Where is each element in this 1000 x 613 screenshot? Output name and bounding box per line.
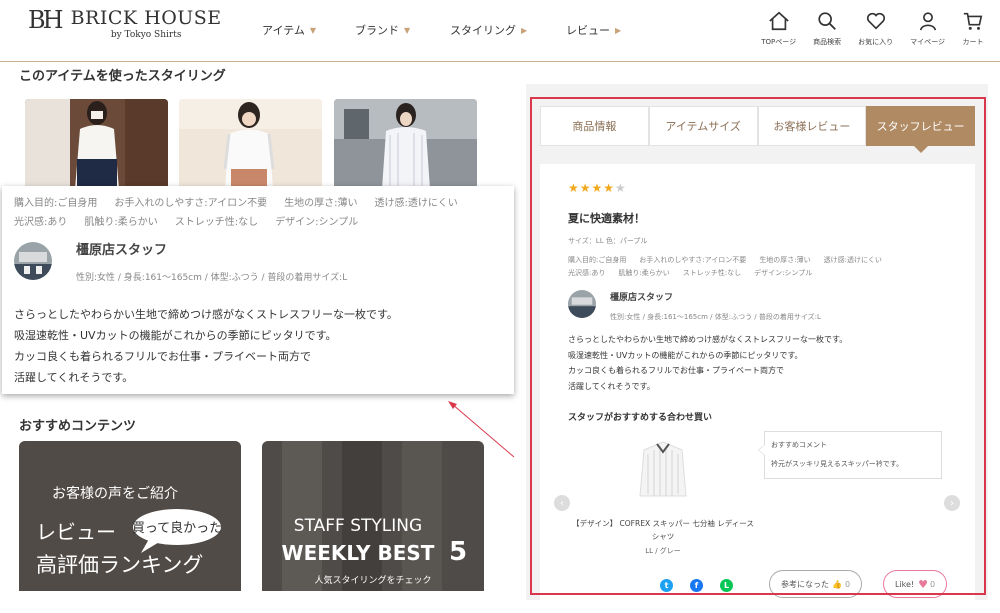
nav-label: アイテム	[262, 24, 305, 37]
attribute: 肌触り:柔らかい	[84, 217, 158, 228]
banner-graphic: お客様の声をご紹介 レビュー 買って良かった 高評価ランキング	[19, 441, 241, 591]
banner-line1: STAFF STYLING	[294, 516, 422, 536]
review-line: 吸湿速乾性・UVカットの機能がこれからの季節にピッタリです。	[14, 329, 337, 342]
attribute: デザイン:シンプル	[275, 217, 359, 228]
review-line: 活躍してくれそうです。	[14, 371, 134, 384]
review-line: カッコ良くも着られるフリルでお仕事・プライベート両方で	[14, 350, 311, 363]
header-icon-label: お気に入り	[858, 38, 894, 46]
styling-section-title: このアイテムを使ったスタイリング	[19, 69, 226, 84]
header-icon-label: 商品検索	[813, 38, 842, 46]
nav-item-items[interactable]: アイテム ▼	[262, 22, 355, 38]
attribute: ストレッチ性:なし	[174, 217, 259, 228]
banner-line3: 人気スタイリングをチェック	[314, 574, 431, 586]
logo-mark: BH	[28, 6, 64, 34]
logo-title: BRICK HOUSE	[70, 7, 222, 29]
styling-photo[interactable]	[25, 99, 168, 189]
cart-icon	[963, 12, 983, 30]
banner-line2: レビュー	[36, 520, 116, 544]
search-icon	[818, 12, 837, 30]
banner-bubble: 買って良かった	[132, 520, 222, 536]
attribute-row: 購入目的:ご自身用 お手入れのしやすさ:アイロン不要 生地の厚さ:薄い 透け感:透けに…	[14, 194, 502, 213]
nav-label: レビュー	[566, 24, 610, 37]
favorites-link[interactable]: お気に入り	[858, 10, 893, 47]
staff-meta: 性別:女性 / 身長:161～165cm / 体型:ふつう / 普段の着用サイズ…	[76, 273, 348, 283]
attribute: 透け感:透けにくい	[374, 198, 458, 209]
header-icon-label: カート	[962, 38, 984, 46]
chevron-down-icon: ▼	[404, 25, 411, 35]
header-icon-label: マイページ	[910, 38, 945, 46]
styling-photo[interactable]	[334, 99, 477, 189]
styling-image	[179, 99, 322, 189]
recommend-section-title: おすすめコンテンツ	[19, 419, 137, 434]
review-text: さらっとしたやわらかい生地で締めつけ感がなくストレスフリーな一枚です。 吸湿速乾…	[14, 304, 398, 388]
review-line: さらっとしたやわらかい生地で締めつけ感がなくストレスフリーな一枚です。	[14, 308, 398, 321]
chevron-down-icon: ▼	[309, 25, 317, 35]
site-header: BH BRICK HOUSE by Tokyo Shirts アイテム ▼ ブラン…	[0, 0, 1000, 62]
banner-line2: WEEKLY BEST	[282, 541, 435, 565]
mypage-link[interactable]: マイページ	[910, 10, 945, 47]
attribute: 光沢感:あり	[14, 217, 68, 228]
review-zoom-callout: 購入目的:ご自身用 お手入れのしやすさ:アイロン不要 生地の厚さ:薄い 透け感:透けに…	[2, 186, 514, 394]
person-icon	[919, 12, 936, 31]
staff-styling-banner[interactable]: STAFF STYLING WEEKLY BEST 5 人気スタイリングをチェッ…	[262, 441, 484, 591]
heart-icon	[866, 12, 885, 30]
staff-name: 橿原店スタッフ	[76, 243, 168, 258]
styling-image	[334, 99, 477, 189]
brand-logo[interactable]: BH BRICK HOUSE by Tokyo Shirts	[28, 6, 222, 40]
highlight-frame	[530, 97, 986, 595]
avatar	[14, 242, 52, 280]
attribute: 購入目的:ご自身用	[14, 198, 98, 209]
nav-item-styling[interactable]: スタイリング ▶	[450, 22, 566, 38]
styling-image	[25, 99, 168, 189]
cart-link[interactable]: カート	[962, 10, 984, 47]
banner-number: 5	[449, 537, 467, 567]
nav-item-brands[interactable]: ブランド ▼	[355, 22, 450, 38]
attribute-row: 光沢感:あり 肌触り:柔らかい ストレッチ性:なし デザイン:シンプル	[14, 213, 502, 232]
banner-line1: お客様の声をご紹介	[52, 485, 178, 502]
staff-profile: 橿原店スタッフ 性別:女性 / 身長:161～165cm / 体型:ふつう / …	[14, 242, 347, 283]
banner-line3: 高評価ランキング	[36, 553, 203, 577]
main-nav: アイテム ▼ ブランド ▼ スタイリング ▶ レビュー ▶	[262, 22, 636, 38]
home-icon	[768, 11, 789, 31]
nav-item-reviews[interactable]: レビュー ▶	[566, 22, 636, 38]
nav-label: ブランド	[355, 24, 399, 37]
top-page-link[interactable]: TOPページ	[761, 10, 796, 47]
header-icon-label: TOPページ	[761, 38, 797, 46]
banner-graphic: STAFF STYLING WEEKLY BEST 5 人気スタイリングをチェッ…	[262, 441, 484, 591]
review-ranking-banner[interactable]: お客様の声をご紹介 レビュー 買って良かった 高評価ランキング	[19, 441, 241, 591]
chevron-right-icon: ▶	[615, 25, 622, 35]
search-link[interactable]: 商品検索	[813, 10, 841, 47]
chevron-right-icon: ▶	[521, 25, 528, 35]
logo-subtitle: by Tokyo Shirts	[110, 30, 182, 40]
attribute: お手入れのしやすさ:アイロン不要	[114, 198, 268, 209]
styling-photo[interactable]	[179, 99, 322, 189]
nav-label: スタイリング	[450, 24, 516, 37]
header-icons: TOPページ 商品検索 お気に入り マイページ カート	[744, 10, 984, 47]
attribute: 生地の厚さ:薄い	[284, 198, 358, 209]
